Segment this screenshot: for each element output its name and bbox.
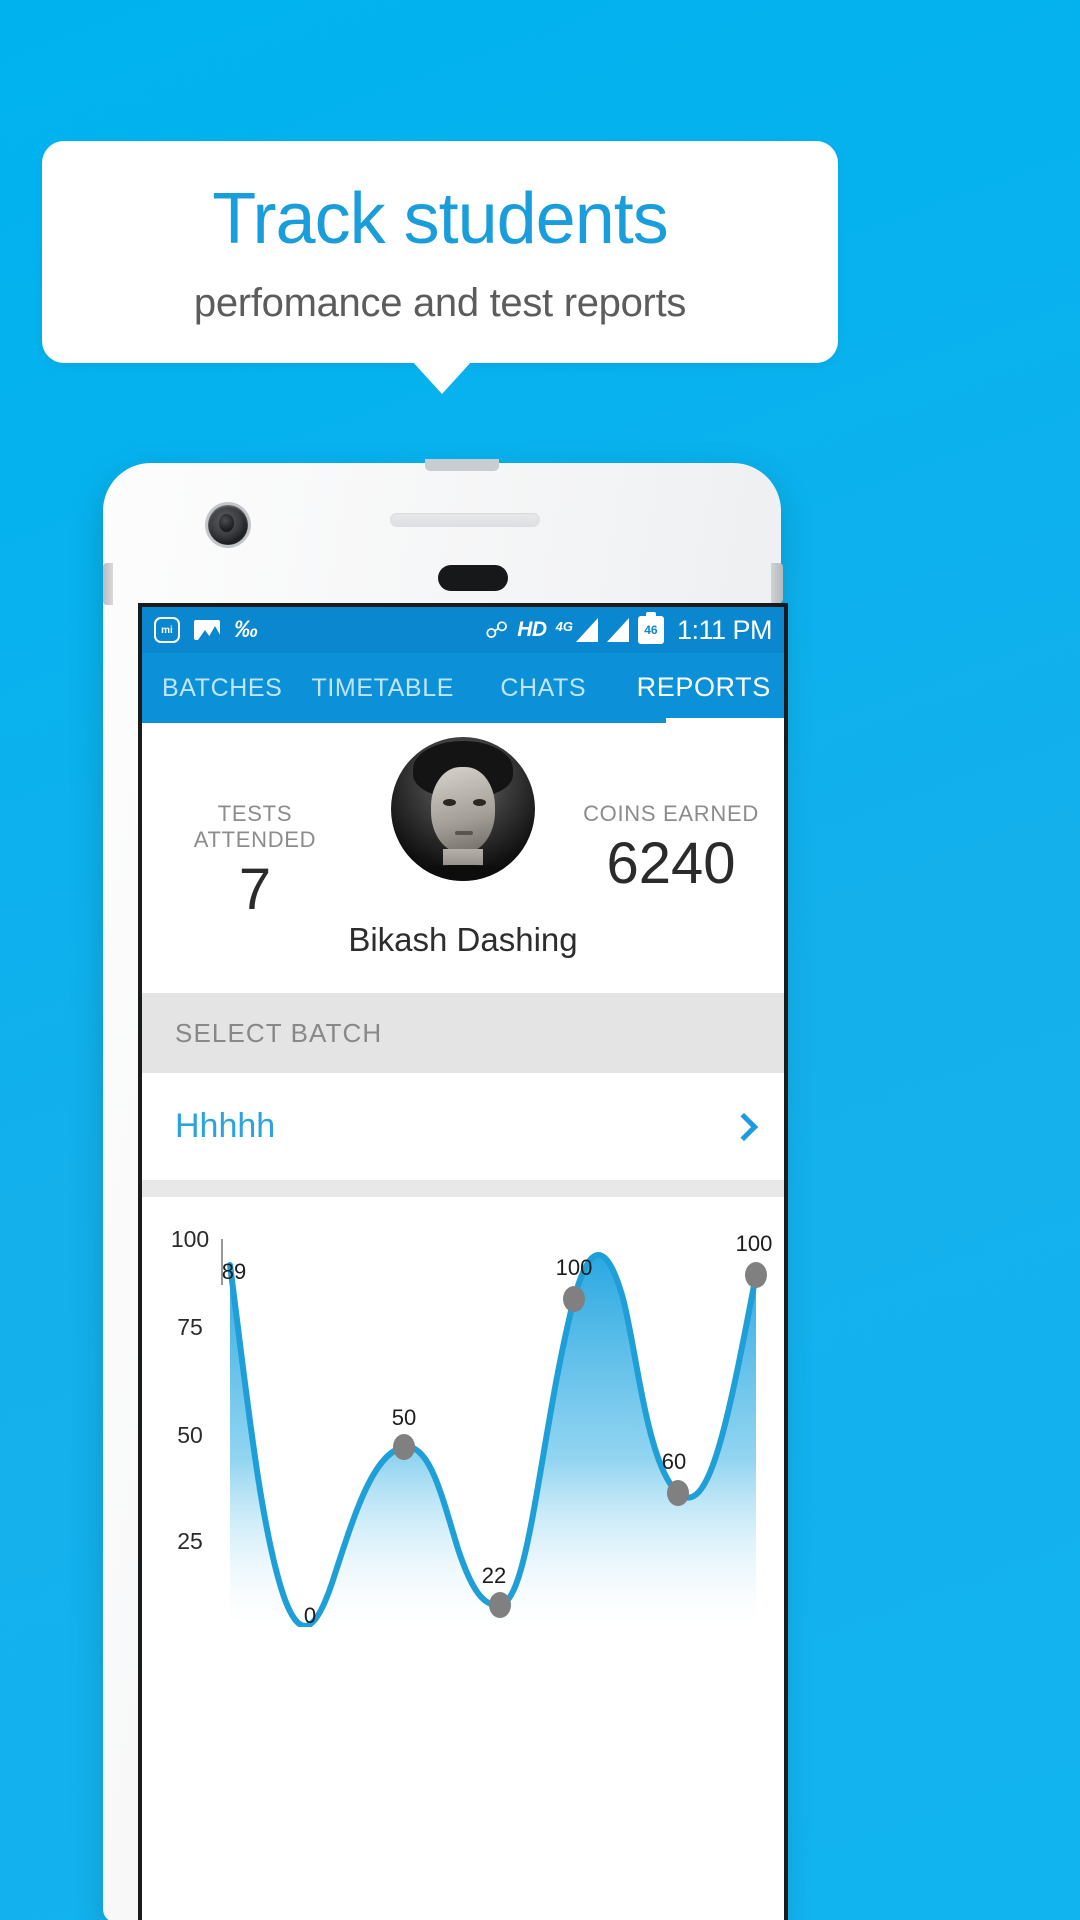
chevron-right-icon[interactable] — [729, 1112, 759, 1141]
y-tick-100: 100 — [171, 1226, 209, 1252]
chart-label-100a: 100 — [556, 1255, 593, 1280]
phone-screen: mi ‰ ☍ HD 4G 46 1:11 PM BATCHES TIMETABL… — [138, 603, 788, 1920]
promo-card-tail — [412, 361, 472, 394]
avatar-eye-right — [473, 799, 486, 806]
battery-level-label: 46 — [644, 623, 658, 637]
earpiece-icon — [438, 565, 508, 591]
status-bar-right-icons: ☍ HD 4G 46 1:11 PM — [484, 612, 773, 646]
avatar-eye-left — [443, 799, 456, 806]
battery-icon: 46 — [637, 612, 664, 644]
chart-point-22 — [489, 1592, 511, 1618]
speaker-grille — [390, 513, 540, 527]
stat-tests-attended: TESTS ATTENDED 7 — [160, 723, 350, 919]
chart-point-60 — [667, 1480, 689, 1506]
signal-bars-icon-1 — [575, 618, 598, 642]
avatar-face — [431, 767, 495, 853]
phone-mockup: mi ‰ ☍ HD 4G 46 1:11 PM BATCHES TIMETABL… — [83, 459, 801, 1920]
page-subtitle: perfomance and test reports — [193, 281, 687, 325]
mi-icon-label: mi — [161, 624, 173, 636]
y-tick-75: 75 — [177, 1314, 203, 1340]
stat-coins-earned: COINS EARNED 6240 — [576, 723, 766, 893]
tests-attended-label: TESTS ATTENDED — [193, 801, 317, 852]
performance-chart-svg: 100 75 50 25 89 50 22 100 60 100 0 — [171, 1226, 773, 1627]
avatar-mouth — [455, 831, 473, 835]
front-camera-icon — [208, 505, 248, 545]
performance-chart: 100 75 50 25 89 50 22 100 60 100 0 — [142, 1197, 784, 1627]
chart-label-50: 50 — [392, 1405, 416, 1430]
gallery-icon — [194, 620, 220, 640]
profile-summary: TESTS ATTENDED 7 COINS EARNED 6240 Bikas… — [142, 723, 784, 993]
chart-label-60: 60 — [662, 1449, 686, 1474]
y-tick-50: 50 — [177, 1422, 203, 1448]
phone-left-nub — [103, 563, 113, 605]
status-bar-left-icons: mi ‰ — [154, 617, 258, 643]
phone-body: mi ‰ ☍ HD 4G 46 1:11 PM BATCHES TIMETABL… — [103, 459, 788, 1920]
bluetooth-icon: ☍ — [484, 616, 509, 643]
chart-label-89: 89 — [222, 1259, 246, 1284]
coins-earned-label: COINS EARNED — [583, 801, 759, 826]
status-bar-clock: 1:11 PM — [676, 614, 773, 645]
coins-earned-value: 6240 — [606, 831, 736, 896]
tab-chats[interactable]: CHATS — [463, 674, 624, 723]
chart-point-100b — [745, 1262, 767, 1288]
promo-card: Track students perfomance and test repor… — [42, 141, 838, 363]
avatar[interactable] — [391, 737, 535, 881]
avatar-container[interactable] — [383, 723, 543, 881]
tab-reports[interactable]: REPORTS — [624, 672, 785, 723]
phone-antenna-notch — [425, 459, 499, 471]
tab-bar: BATCHES TIMETABLE CHATS REPORTS — [142, 653, 784, 723]
selected-batch-label: Hhhhh — [175, 1107, 276, 1145]
hd-voice-label: HD — [517, 618, 547, 641]
mi-icon: mi — [154, 617, 180, 643]
chart-label-100b: 100 — [736, 1231, 773, 1256]
select-batch-header: SELECT BATCH — [142, 993, 784, 1073]
signal-bars-icon-2 — [606, 618, 629, 642]
page-title: Track students — [212, 179, 669, 259]
batch-selector-row[interactable]: Hhhhh — [142, 1073, 784, 1181]
tab-timetable[interactable]: TIMETABLE — [303, 674, 464, 723]
phone-right-nub — [771, 563, 783, 603]
avatar-shoulders — [401, 865, 525, 881]
tests-attended-value: 7 — [238, 857, 272, 922]
status-bar: mi ‰ ☍ HD 4G 46 1:11 PM — [142, 607, 784, 653]
chart-point-100a — [563, 1286, 585, 1312]
sync-disabled-icon: ‰ — [234, 616, 258, 643]
section-divider — [142, 1181, 784, 1197]
network-type-label: 4G — [555, 618, 573, 634]
chart-label-0: 0 — [304, 1603, 316, 1627]
profile-name: Bikash Dashing — [348, 921, 578, 958]
y-tick-25: 25 — [177, 1528, 203, 1554]
tab-batches[interactable]: BATCHES — [142, 674, 303, 723]
chart-point-50 — [393, 1434, 415, 1460]
chart-label-22: 22 — [482, 1563, 506, 1588]
